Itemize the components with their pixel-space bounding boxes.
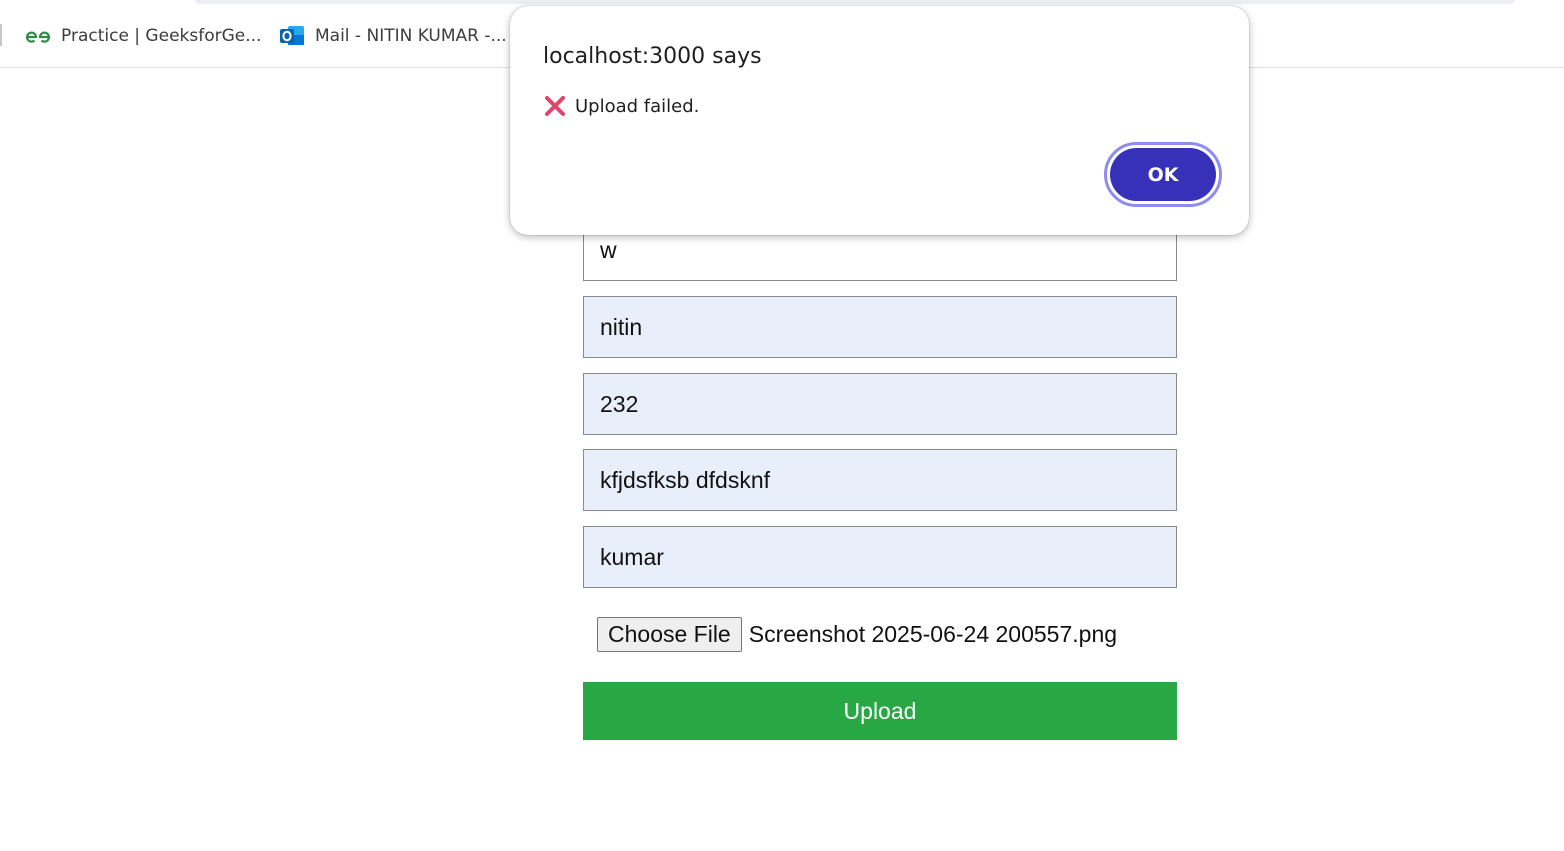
surname-field[interactable]: kumar xyxy=(583,526,1177,588)
alert-dialog: localhost:3000 says Upload failed. OK xyxy=(510,6,1249,235)
ok-button[interactable]: OK xyxy=(1104,142,1222,207)
field-value: nitin xyxy=(600,313,643,340)
bookmark-label: Mail - NITIN KUMAR -... xyxy=(315,26,507,46)
ok-button-label: OK xyxy=(1110,148,1216,201)
upload-button[interactable]: Upload xyxy=(583,682,1177,740)
file-input: Choose File Screenshot 2025-06-24 200557… xyxy=(597,617,1117,652)
field-value: 232 xyxy=(600,390,639,417)
bookmark-geeksforgeeks[interactable]: Practice | GeeksforGe... xyxy=(25,20,261,52)
outlook-icon xyxy=(279,24,305,48)
dialog-title: localhost:3000 says xyxy=(543,44,762,69)
field-value: kumar xyxy=(600,543,664,570)
name-field[interactable]: nitin xyxy=(583,296,1177,358)
dialog-message-text: Upload failed. xyxy=(575,95,700,117)
geeksforgeeks-icon xyxy=(25,28,51,44)
dialog-message: Upload failed. xyxy=(544,95,699,117)
field-value: w xyxy=(600,236,617,263)
cross-mark-icon xyxy=(544,95,566,117)
bookmark-label: Practice | GeeksforGe... xyxy=(61,26,262,46)
tab-strip-edge xyxy=(195,0,1515,4)
bookmark-mail[interactable]: Mail - NITIN KUMAR -... xyxy=(279,20,507,52)
choose-file-button[interactable]: Choose File xyxy=(597,617,742,652)
field-value: kfjdsfksb dfdsknf xyxy=(600,466,771,493)
selected-file-name: Screenshot 2025-06-24 200557.png xyxy=(748,621,1118,647)
bookmark-divider xyxy=(0,24,2,46)
number-field[interactable]: 232 xyxy=(583,373,1177,435)
description-field[interactable]: kfjdsfksb dfdsknf xyxy=(583,449,1177,511)
